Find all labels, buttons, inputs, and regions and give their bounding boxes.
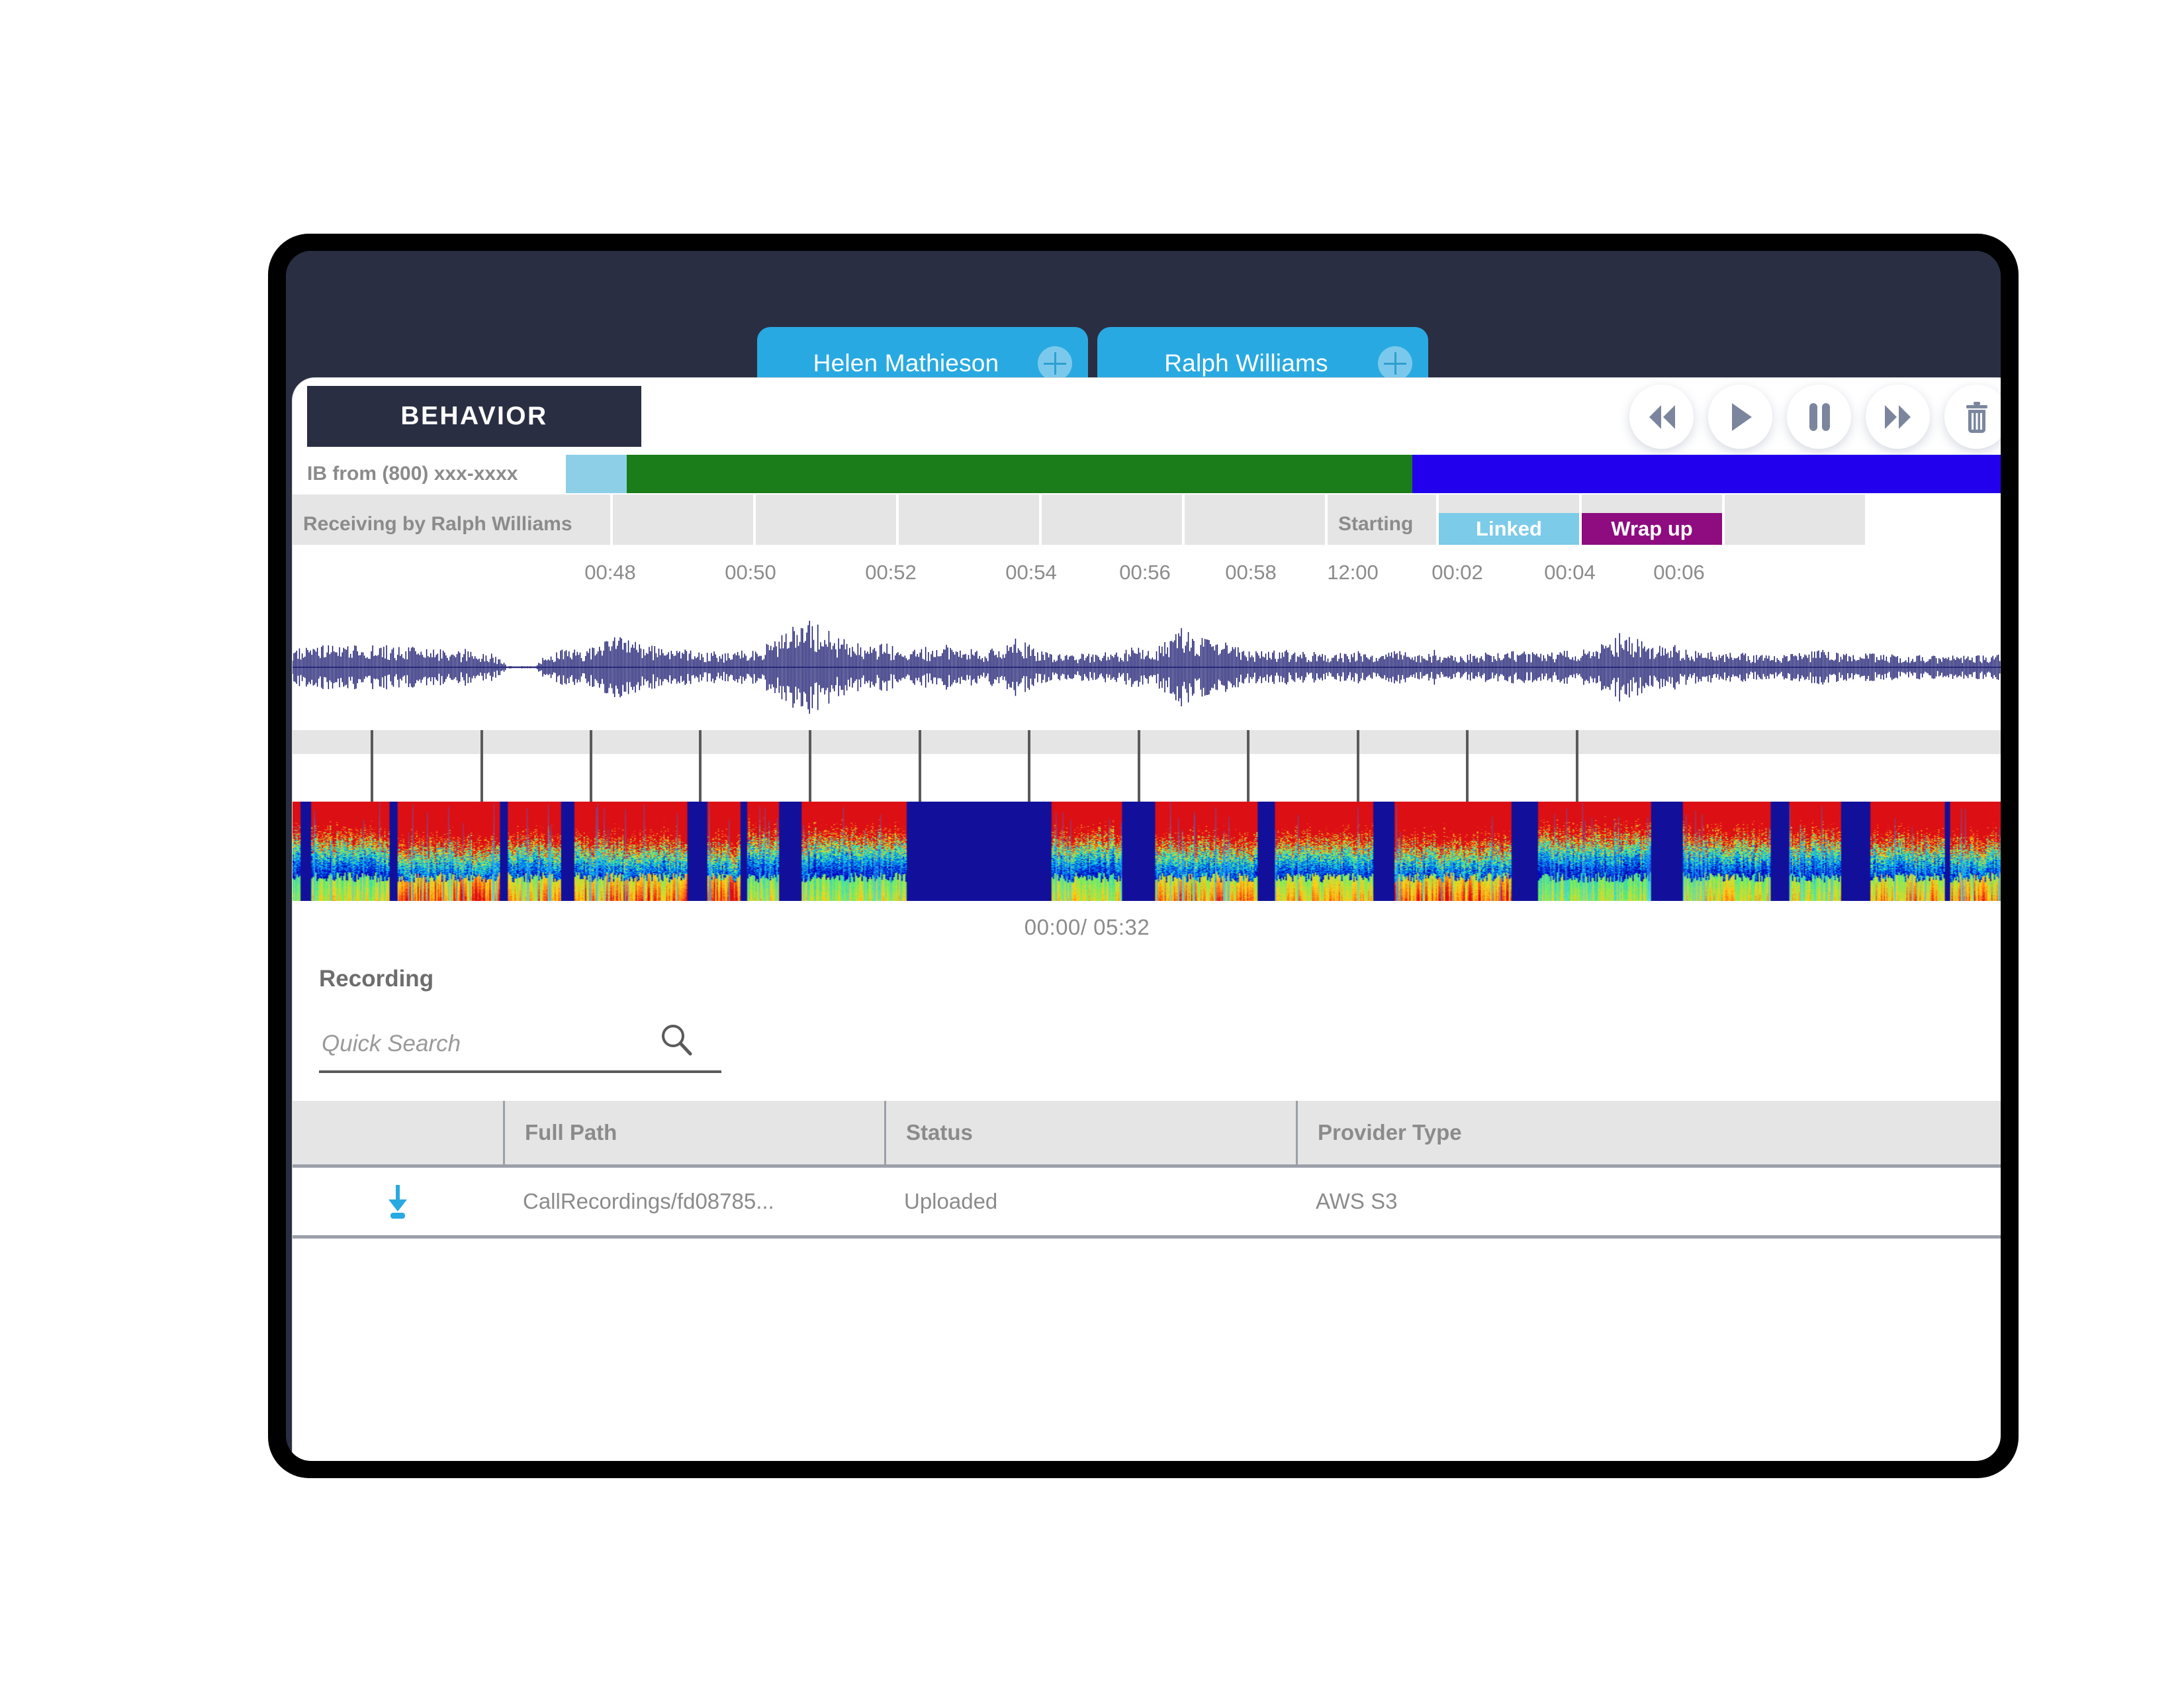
state-cell-empty [1042, 494, 1182, 545]
ruler-tick: 00:04 [1544, 561, 1596, 584]
ruler-tick: 00:56 [1119, 561, 1171, 584]
state-cell-empty [756, 494, 896, 545]
marker-band [293, 730, 2001, 754]
recording-section: Recording Full Path Status [293, 954, 2001, 1318]
tablet-screen: Helen Mathieson Ralph Williams BEHAVIOR [286, 251, 2001, 1461]
search-input[interactable] [320, 1021, 667, 1066]
rewind-button[interactable] [1629, 385, 1694, 449]
section-title: Recording [319, 966, 434, 992]
agent-state-row: Receiving by Ralph Williams Starting Lin… [293, 493, 2001, 546]
ruler-tick: 00:02 [1432, 561, 1483, 584]
column-header-full-path[interactable]: Full Path [503, 1101, 884, 1164]
segment-marker-strip [293, 730, 2001, 802]
cell-provider-type: AWS S3 [1316, 1189, 1398, 1213]
download-icon[interactable] [383, 1184, 413, 1219]
call-label: IB from (800) xxx-xxxx [307, 463, 518, 485]
marker-line[interactable] [590, 730, 592, 802]
state-cell-empty [1185, 494, 1325, 545]
column-header-actions [293, 1101, 503, 1164]
plus-circle-icon[interactable] [1038, 346, 1072, 381]
state-starting-label: Starting [1338, 513, 1414, 535]
behavior-panel-card: BEHAVIOR IB from (800) xxx-xxxx Receivin… [293, 378, 2001, 1461]
column-header-status[interactable]: Status [884, 1101, 1296, 1164]
state-cell-empty [1725, 494, 1865, 545]
fast-forward-icon [1884, 404, 1911, 429]
ruler-tick: 00:48 [584, 561, 636, 584]
time-ruler: 00:48 00:50 00:52 00:54 00:56 00:58 12:0… [293, 546, 2001, 604]
rewind-icon [1649, 404, 1675, 429]
play-button[interactable] [1708, 385, 1772, 449]
table-footer [293, 1239, 2001, 1318]
segment-ringing[interactable] [566, 455, 627, 493]
cell-full-path: CallRecordings/fd08785... [523, 1189, 774, 1213]
marker-line[interactable] [1357, 730, 1359, 802]
marker-line[interactable] [809, 730, 811, 802]
agent-label-cell: Receiving by Ralph Williams [293, 494, 610, 545]
marker-line[interactable] [1028, 730, 1030, 802]
top-tab-bar: Helen Mathieson Ralph Williams [286, 251, 2001, 400]
marker-line[interactable] [699, 730, 702, 802]
table-header-row: Full Path Status Provider Type [293, 1101, 2001, 1168]
recordings-table: Full Path Status Provider Type CallRecor… [293, 1101, 2001, 1318]
playback-timecode: 00:00/ 05:32 [293, 901, 2001, 954]
pause-icon [1809, 402, 1830, 431]
marker-line[interactable] [919, 730, 921, 802]
audio-waveform[interactable] [293, 604, 2001, 730]
marker-line[interactable] [1576, 730, 1578, 802]
state-wrapup-label: Wrap up [1582, 513, 1722, 545]
page-title: BEHAVIOR [307, 386, 641, 447]
column-header-provider-type[interactable]: Provider Type [1296, 1101, 2001, 1164]
panel-header: BEHAVIOR [293, 378, 2001, 455]
call-timeline-row: IB from (800) xxx-xxxx [293, 455, 2001, 493]
forward-button[interactable] [1866, 385, 1930, 449]
magnifier-icon[interactable] [659, 1023, 694, 1057]
ruler-tick: 00:54 [1005, 561, 1057, 584]
state-cell-empty [899, 494, 1039, 545]
marker-line[interactable] [1247, 730, 1250, 802]
spectrogram-graphic [293, 802, 2001, 901]
waveform-graphic [293, 620, 2001, 714]
marker-line[interactable] [1466, 730, 1469, 802]
state-cells: Receiving by Ralph Williams Starting Lin… [293, 494, 2001, 545]
tab-label: Ralph Williams [1164, 350, 1328, 377]
ruler-tick: 00:58 [1225, 561, 1277, 584]
marker-line[interactable] [1138, 730, 1140, 802]
transport-controls [1629, 385, 2001, 449]
state-linked-label: Linked [1439, 513, 1579, 545]
search-field-wrapper [319, 1021, 721, 1073]
marker-line[interactable] [480, 730, 483, 802]
state-cell-wrapup[interactable]: Wrap up [1582, 494, 1722, 545]
state-cell-starting[interactable]: Starting [1328, 494, 1436, 545]
segment-talking[interactable] [627, 455, 1413, 493]
agent-label: Receiving by Ralph Williams [303, 513, 572, 535]
audio-spectrogram[interactable] [293, 802, 2001, 901]
call-segments [566, 455, 2001, 493]
ruler-tick: 00:06 [1653, 561, 1705, 584]
ruler-tick: 00:50 [725, 561, 776, 584]
segment-after-call[interactable] [1412, 455, 2001, 493]
marker-line[interactable] [371, 730, 373, 802]
ruler-tick: 12:00 [1327, 561, 1379, 584]
plus-circle-icon[interactable] [1378, 346, 1412, 381]
play-icon [1731, 402, 1752, 431]
table-row[interactable]: CallRecordings/fd08785... Uploaded AWS S… [293, 1168, 2001, 1239]
cell-status: Uploaded [904, 1189, 998, 1213]
cell-download[interactable] [293, 1184, 503, 1219]
timecode-text: 00:00/ 05:32 [1024, 915, 1150, 939]
trash-icon [1966, 401, 1987, 433]
ruler-tick: 00:52 [865, 561, 917, 584]
delete-button[interactable] [1944, 385, 2001, 449]
pause-button[interactable] [1787, 385, 1851, 449]
screenshot-root: Helen Mathieson Ralph Williams BEHAVIOR [0, 0, 2184, 1688]
state-cell-linked[interactable]: Linked [1439, 494, 1579, 545]
state-cell-empty [613, 494, 753, 545]
tab-label: Helen Mathieson [813, 350, 999, 377]
tablet-device-frame: Helen Mathieson Ralph Williams BEHAVIOR [268, 234, 2019, 1478]
